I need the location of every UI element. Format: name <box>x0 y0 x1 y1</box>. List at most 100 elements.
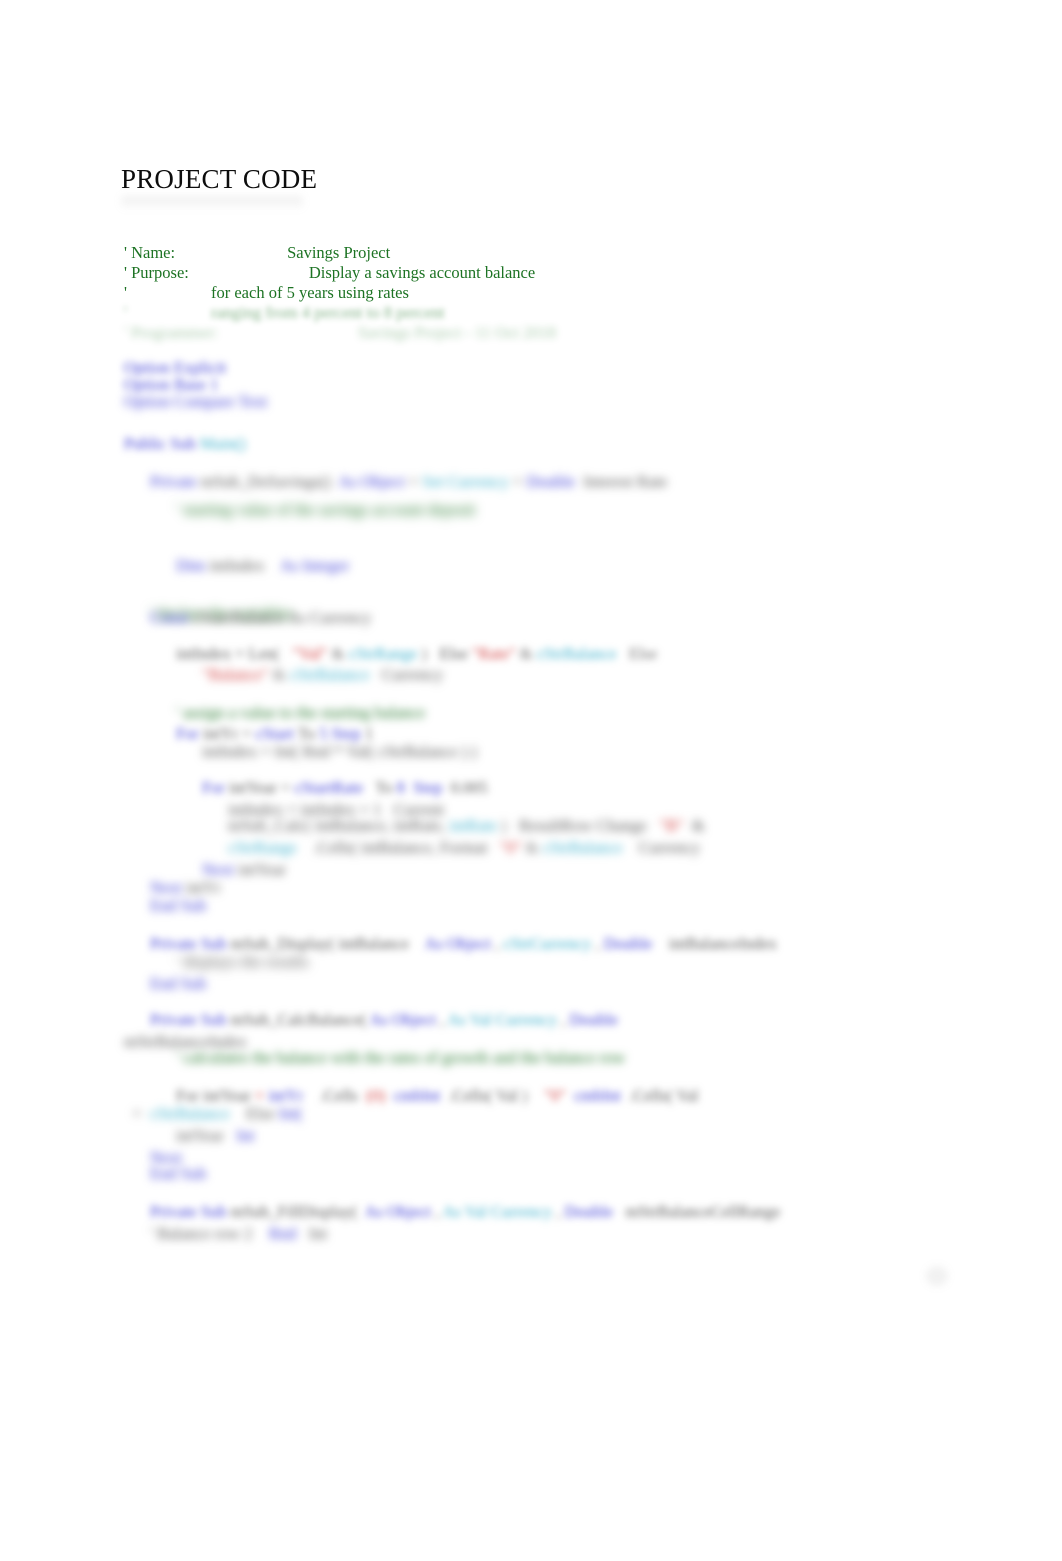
header-comment-line: ' ranging from 4 percent to 8 percent <box>124 303 445 323</box>
code-token-pun: , <box>552 1202 565 1221</box>
comment-value: ranging from 4 percent to 8 percent <box>210 303 445 322</box>
code-token-id: To <box>363 778 397 797</box>
code-token-id: & <box>683 816 705 835</box>
code-token-kw: Int <box>223 1126 255 1145</box>
code-token-type: cStrBalance <box>149 1104 230 1123</box>
code-token-kw: cStartRate <box>294 778 364 797</box>
code-line: intIndex = Int( Rnd * Val( cStrBalance )… <box>202 742 477 762</box>
code-line: ' displays the results <box>176 952 309 972</box>
code-token-id: intYr <box>182 878 222 897</box>
code-token-kw: As Object <box>364 1202 431 1221</box>
code-token-kw: Double <box>526 472 576 491</box>
comment-label: ' <box>124 283 127 302</box>
code-token-id: ' displays the results <box>176 952 309 971</box>
code-token-kw: Rnd <box>268 1224 297 1243</box>
code-token-kw: Private Sub <box>150 934 231 953</box>
code-line: Private Sub mSub_CalcBalance( As Object … <box>150 1010 618 1030</box>
code-token-id: intYr <box>203 724 238 743</box>
code-token-kw: Public Sub <box>124 434 201 453</box>
code-token-id: intIndex <box>209 556 281 575</box>
code-token-type: cStrRange <box>348 644 418 663</box>
code-token-id: intBalanceIndex <box>652 934 777 953</box>
code-token-type: cStrBalance <box>542 838 623 857</box>
code-token-id: intYear <box>238 860 287 879</box>
code-line: Option Compare Text <box>124 392 267 412</box>
comment-label: ' Name: <box>124 243 176 262</box>
code-token-str: "0" <box>487 838 522 857</box>
code-token-pun: , <box>591 934 604 953</box>
code-token-pun: Else <box>616 644 658 663</box>
code-token-id: .Cells( intBalance, Format <box>296 838 488 857</box>
code-token-pun: ) <box>496 816 511 835</box>
code-token-kw: Private Sub <box>150 1202 231 1221</box>
title-underline-redacted <box>121 196 303 210</box>
code-token-type: cStrRange <box>228 838 297 857</box>
code-token-str: "Balance" <box>202 665 269 684</box>
code-token-pun: ( <box>274 644 293 663</box>
code-token-pun: , <box>430 1202 443 1221</box>
code-token-pun: & <box>268 665 290 684</box>
code-token-kw: Step <box>413 778 443 797</box>
header-comment-line: ' Programmer: Savings Project - 11 Oct 20… <box>124 323 556 343</box>
code-token-type: As Val Currency <box>447 1010 558 1029</box>
code-token-id: Interest Rate <box>575 472 668 491</box>
code-token-pun <box>358 1086 366 1105</box>
code-token-kw: Int( <box>278 1104 303 1123</box>
code-token-kw: 8 <box>396 778 414 797</box>
code-token-pun: = <box>276 778 295 797</box>
code-line: Dim intIndex As Integer <box>176 556 349 576</box>
code-token-type: Set Currency <box>422 472 510 491</box>
code-token-kw: Double <box>569 1010 619 1029</box>
code-token-pun: = <box>237 724 256 743</box>
code-line: "Balance" & cStrBalance Currency <box>202 665 443 685</box>
code-token-kw: Double <box>603 934 653 953</box>
code-token-str: = <box>255 1086 269 1105</box>
code-token-pun: , <box>435 1010 448 1029</box>
comment-label: ' Programmer: <box>124 323 219 342</box>
code-token-kw: For <box>202 778 230 797</box>
code-token-type: cStrCurrency <box>503 934 592 953</box>
code-token-id: mStrBalanceCellRange <box>613 1202 781 1221</box>
code-token-kw: cStart <box>255 724 298 743</box>
code-token-str: "Val" <box>292 644 328 663</box>
code-token-kw: As Integer <box>280 556 350 575</box>
code-token-str: "0" <box>544 1086 566 1105</box>
code-token-kw: Step <box>331 724 365 743</box>
code-token-id: ResultRow Change <box>510 816 647 835</box>
code-token-type: Main() <box>200 434 246 453</box>
comment-label: ' Purpose: <box>124 263 189 282</box>
header-comment-line: ' Purpose: Display a savings account bala… <box>124 263 535 283</box>
code-token-id: .Cells <box>303 1086 358 1105</box>
code-token-kw: Const <box>150 608 193 627</box>
code-token-kw: For <box>176 724 204 743</box>
code-token-pun: = <box>124 1104 150 1123</box>
header-comment-line: ' Name: Savings Project <box>124 243 390 263</box>
code-line: ' Balance row 2 Rnd Int <box>150 1224 327 1244</box>
code-line: ' starting value of the savings account … <box>176 500 475 520</box>
code-line: Private Sub mSub_FillDisplay( As Object … <box>150 1202 780 1222</box>
code-line: Next intYr <box>150 878 221 898</box>
code-token-pun: = <box>404 472 423 491</box>
code-line: End Sub <box>150 896 206 916</box>
comment-label: ' <box>124 303 127 322</box>
code-line: For intYr = cStart To 5 Step 1 <box>176 724 373 744</box>
code-token-pun: , <box>490 934 504 953</box>
code-token-kw: End Sub <box>150 974 207 993</box>
code-token-id: Else <box>439 644 472 663</box>
code-line: = cStrBalance Else Int( <box>124 1104 302 1124</box>
code-token-type: intRate <box>449 816 497 835</box>
page-title: PROJECT CODE <box>121 164 318 194</box>
code-token-id: mSub_FillDisplay( <box>230 1202 365 1221</box>
code-token-id: For intYear <box>176 1086 255 1105</box>
code-token-kw: cmbInt <box>385 1086 441 1105</box>
code-token-kw: intYr <box>268 1086 304 1105</box>
comment-value: Savings Project - 11 Oct 2018 <box>358 323 556 342</box>
code-token-kw: Dim <box>176 556 210 575</box>
code-line: Private Sub mSub_Display( intBalance As … <box>150 934 777 954</box>
code-token-id: .Cells( Val <box>440 1086 518 1105</box>
code-token-kw: As Object <box>424 934 491 953</box>
code-token-kw: cmbInt <box>565 1086 621 1105</box>
code-token-kw: Private Sub <box>150 1010 231 1029</box>
code-line: cStrRange .Cells( intBalance, Format "0"… <box>228 838 700 858</box>
code-token-str: "Rate" <box>471 644 516 663</box>
